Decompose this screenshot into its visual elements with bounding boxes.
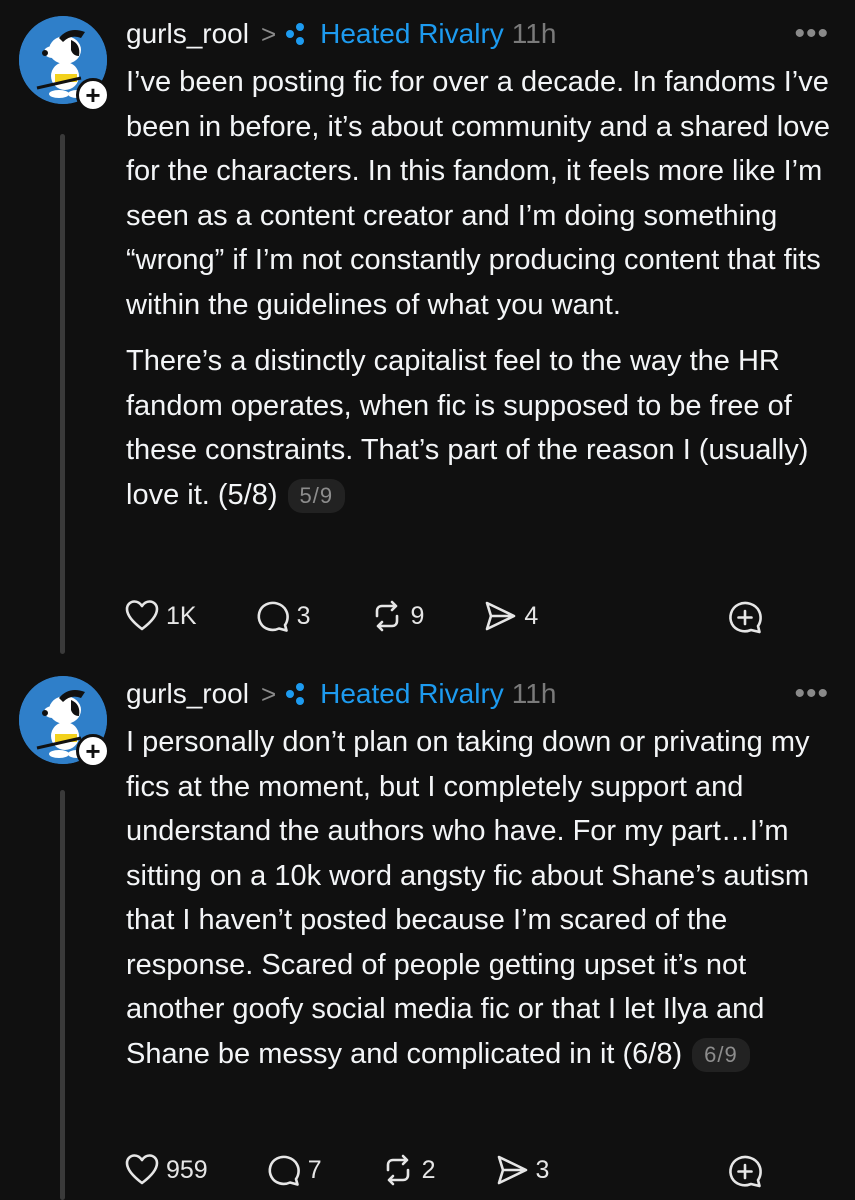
action-bar: 959 7 2 3 xyxy=(124,1148,829,1192)
community-tag[interactable]: Heated Rivalry xyxy=(320,678,504,710)
quote-plus-icon xyxy=(729,601,762,634)
page-indicator: 6/9 xyxy=(692,1037,750,1072)
more-horizontal-icon[interactable]: ••• xyxy=(794,674,829,714)
share-count: 4 xyxy=(524,601,539,630)
paragraph-text: I personally don’t plan on taking down o… xyxy=(126,726,810,1070)
post-text: I personally don’t plan on taking down o… xyxy=(126,720,836,1088)
comment-icon xyxy=(268,1155,300,1186)
page-indicator: 5/9 xyxy=(287,478,346,513)
like-button[interactable]: 1K xyxy=(124,598,197,634)
post-header: gurls_rool > Heated Rivalry 11h xyxy=(126,14,556,54)
chevron-right-icon: > xyxy=(260,678,277,709)
share-button[interactable]: 3 xyxy=(494,1152,550,1188)
community-dots-icon xyxy=(286,23,305,45)
share-count: 3 xyxy=(535,1155,550,1184)
share-button[interactable]: 4 xyxy=(482,598,538,634)
thread-line xyxy=(60,790,65,1200)
repost-count: 2 xyxy=(421,1155,436,1184)
repost-icon xyxy=(386,1154,409,1186)
follow-plus-button[interactable]: + xyxy=(76,734,110,768)
send-icon xyxy=(486,601,516,631)
chevron-right-icon: > xyxy=(260,18,277,49)
post-2[interactable]: + gurls_rool > Heated Rivalry 11h ••• I … xyxy=(0,660,855,1200)
repost-icon xyxy=(375,600,398,632)
repost-button[interactable]: 2 xyxy=(380,1152,436,1188)
paragraph-text: There’s a distinctly capitalist feel to … xyxy=(126,345,809,511)
reply-count: 7 xyxy=(307,1155,322,1184)
username[interactable]: gurls_rool xyxy=(126,678,249,710)
reply-button[interactable]: 7 xyxy=(266,1152,322,1188)
quote-button[interactable] xyxy=(725,596,771,636)
community-dots-icon xyxy=(286,683,305,705)
like-count: 959 xyxy=(166,1155,208,1184)
paragraph: I’ve been posting fic for over a decade.… xyxy=(126,66,830,321)
post-text: I’ve been posting fic for over a decade.… xyxy=(126,60,836,529)
community-tag[interactable]: Heated Rivalry xyxy=(320,18,504,50)
send-icon xyxy=(497,1155,527,1185)
quote-button[interactable] xyxy=(725,1150,771,1190)
repost-button[interactable]: 9 xyxy=(369,598,425,634)
heart-icon xyxy=(125,600,159,631)
quote-plus-icon xyxy=(729,1155,762,1188)
reply-count: 3 xyxy=(296,601,311,630)
more-horizontal-icon[interactable]: ••• xyxy=(794,14,829,54)
thread-line xyxy=(60,134,65,654)
timestamp: 11h xyxy=(511,18,557,49)
heart-icon xyxy=(125,1154,159,1185)
username[interactable]: gurls_rool xyxy=(126,18,249,50)
repost-count: 9 xyxy=(410,601,425,630)
like-count: 1K xyxy=(166,601,197,630)
action-bar: 1K 3 9 4 xyxy=(124,594,829,638)
post-1[interactable]: + gurls_rool > Heated Rivalry 11h ••• I’… xyxy=(0,0,855,660)
reply-button[interactable]: 3 xyxy=(255,598,311,634)
like-button[interactable]: 959 xyxy=(124,1152,208,1188)
follow-plus-button[interactable]: + xyxy=(76,78,110,112)
post-header: gurls_rool > Heated Rivalry 11h xyxy=(126,674,556,714)
comment-icon xyxy=(257,601,289,632)
paragraph: There’s a distinctly capitalist feel to … xyxy=(126,339,836,517)
paragraph: I personally don’t plan on taking down o… xyxy=(126,720,836,1076)
timestamp: 11h xyxy=(511,678,557,709)
